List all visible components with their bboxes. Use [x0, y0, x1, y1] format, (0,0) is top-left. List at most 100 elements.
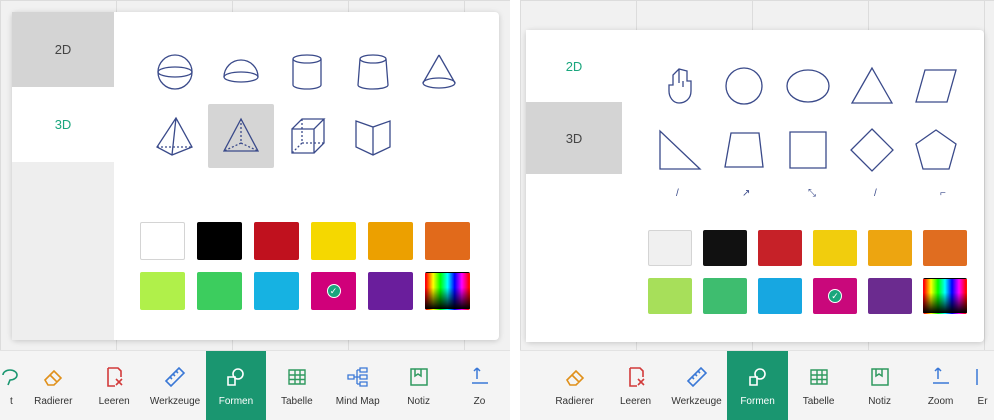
- dashed-line-icon[interactable]: /: [874, 189, 882, 199]
- toolbar-item-label: Formen: [218, 396, 254, 407]
- color-swatch-orange[interactable]: [923, 230, 967, 266]
- pentagon-icon[interactable]: [904, 118, 968, 182]
- truncated-cylinder-icon[interactable]: [340, 40, 406, 104]
- cone-icon[interactable]: [406, 40, 472, 104]
- pyramid-icon[interactable]: [142, 104, 208, 168]
- color-swatch-green[interactable]: [197, 272, 242, 310]
- parallelogram-icon[interactable]: [904, 54, 968, 118]
- line-tools-row: / ↗ ⤡ / ⌐: [676, 189, 948, 199]
- toolbar-item-label: Leeren: [98, 396, 130, 407]
- double-arrow-line-icon[interactable]: ⤡: [808, 189, 816, 199]
- prism-icon[interactable]: [340, 104, 406, 168]
- toolbar-item-label: Notiz: [407, 396, 431, 407]
- note-icon: [406, 364, 432, 390]
- bottom-toolbar: t Radierer Leeren Werkzeuge Formen Tabel…: [0, 350, 510, 420]
- toolbar-item-mindmap[interactable]: Mind Map: [327, 351, 388, 420]
- toolbar-item-label: Zo: [473, 396, 486, 407]
- color-swatch-lime[interactable]: [140, 272, 185, 310]
- curve-line-icon[interactable]: ⌐: [940, 189, 948, 199]
- color-swatch-blue[interactable]: [254, 272, 299, 310]
- color-swatch-red[interactable]: [254, 222, 299, 260]
- color-swatch-magenta[interactable]: ✓: [813, 278, 857, 314]
- color-swatch-magenta[interactable]: ✓: [311, 272, 356, 310]
- color-swatch-white[interactable]: [140, 222, 185, 260]
- left-panel: 2D 3D ✓ t Radierer Leeren Werkzeuge Form…: [0, 0, 510, 420]
- square-icon[interactable]: [776, 118, 840, 182]
- note-icon: [867, 364, 893, 390]
- color-swatch-yellow[interactable]: [813, 230, 857, 266]
- cube-icon[interactable]: [274, 104, 340, 168]
- sphere-icon[interactable]: [142, 40, 208, 104]
- toolbar-item-note[interactable]: Notiz: [388, 351, 449, 420]
- tab-2d[interactable]: 2D: [12, 12, 114, 87]
- color-swatch-purple[interactable]: [368, 272, 413, 310]
- color-swatch-black[interactable]: [197, 222, 242, 260]
- color-swatch-white[interactable]: [648, 230, 692, 266]
- toolbar-item-label: Notiz: [868, 396, 891, 407]
- toolbar-item-table[interactable]: Tabelle: [788, 351, 849, 420]
- shapes-popup: 2D 3D / ↗ ⤡ / ⌐ ✓: [526, 30, 984, 342]
- tetrahedron-icon[interactable]: [208, 104, 274, 168]
- extra-icon: [971, 364, 994, 390]
- circle-icon[interactable]: [712, 54, 776, 118]
- tab-2d[interactable]: 2D: [526, 30, 622, 102]
- hand-pointer-icon[interactable]: [648, 54, 712, 118]
- color-swatch-black[interactable]: [703, 230, 747, 266]
- clear-icon: [101, 364, 127, 390]
- toolbar-item-label: Er: [977, 396, 988, 407]
- toolbar-item-eraser[interactable]: Radierer: [544, 351, 605, 420]
- tab-3d[interactable]: 3D: [526, 102, 622, 174]
- hemisphere-icon[interactable]: [208, 40, 274, 104]
- toolbar-item-zoom[interactable]: Zoom: [910, 351, 971, 420]
- right-triangle-icon[interactable]: [648, 118, 712, 182]
- toolbar-item-tools[interactable]: Werkzeuge: [145, 351, 206, 420]
- toolbar-item-table[interactable]: Tabelle: [266, 351, 327, 420]
- toolbar-item-lasso[interactable]: t: [0, 351, 23, 420]
- lasso-icon: [0, 364, 23, 390]
- color-swatch-green[interactable]: [703, 278, 747, 314]
- color-palette: ✓: [648, 230, 967, 314]
- toolbar-item-shapes[interactable]: Formen: [727, 351, 789, 420]
- color-swatch-amber[interactable]: [868, 230, 912, 266]
- right-panel: 2D 3D / ↗ ⤡ / ⌐ ✓ Radierer Leeren Werkze…: [520, 0, 994, 420]
- color-swatch-blue[interactable]: [758, 278, 802, 314]
- color-swatch-amber[interactable]: [368, 222, 413, 260]
- color-swatch-purple[interactable]: [868, 278, 912, 314]
- dimension-tabs: 2D 3D: [12, 12, 114, 340]
- eraser-icon: [40, 364, 66, 390]
- color-picker-spectrum[interactable]: [425, 272, 470, 310]
- ruler-icon: [684, 364, 710, 390]
- zoom-icon: [928, 364, 954, 390]
- shape-grid: [142, 40, 472, 168]
- tab-3d[interactable]: 3D: [12, 87, 114, 162]
- arrow-line-icon[interactable]: ↗: [742, 189, 750, 199]
- toolbar-item-label: Mind Map: [335, 396, 380, 407]
- ellipse-icon[interactable]: [776, 54, 840, 118]
- mindmap-icon: [345, 364, 371, 390]
- diamond-icon[interactable]: [840, 118, 904, 182]
- line-icon[interactable]: /: [676, 189, 684, 199]
- shapes-popup: 2D 3D ✓: [12, 12, 499, 340]
- toolbar-item-note[interactable]: Notiz: [849, 351, 910, 420]
- toolbar-item-shapes[interactable]: Formen: [205, 351, 267, 420]
- toolbar-item-extra[interactable]: Er: [971, 351, 994, 420]
- toolbar-item-eraser[interactable]: Radierer: [23, 351, 84, 420]
- table-icon: [284, 364, 310, 390]
- color-picker-spectrum[interactable]: [923, 278, 967, 314]
- triangle-icon[interactable]: [840, 54, 904, 118]
- trapezoid-icon[interactable]: [712, 118, 776, 182]
- toolbar-item-label: Zoom: [927, 396, 954, 407]
- color-swatch-lime[interactable]: [648, 278, 692, 314]
- shapes-icon: [745, 364, 771, 390]
- color-swatch-red[interactable]: [758, 230, 802, 266]
- toolbar-item-clear[interactable]: Leeren: [84, 351, 145, 420]
- toolbar-item-zoom[interactable]: Zo: [449, 351, 510, 420]
- toolbar-item-clear[interactable]: Leeren: [605, 351, 666, 420]
- cylinder-icon[interactable]: [274, 40, 340, 104]
- color-swatch-orange[interactable]: [425, 222, 470, 260]
- color-swatch-yellow[interactable]: [311, 222, 356, 260]
- check-icon: ✓: [326, 284, 341, 298]
- table-icon: [806, 364, 832, 390]
- toolbar-item-tools[interactable]: Werkzeuge: [666, 351, 727, 420]
- toolbar-item-label: Radierer: [34, 396, 73, 407]
